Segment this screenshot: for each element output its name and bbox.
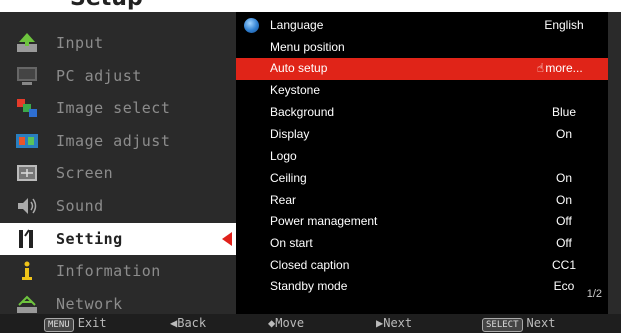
setting-row-keystone[interactable]: Keystone bbox=[236, 80, 608, 102]
page-title: Setup bbox=[70, 0, 143, 11]
title-strip: Setup bbox=[0, 0, 621, 12]
menu-item-image-select[interactable]: Image select bbox=[8, 92, 240, 125]
menu-item-sound[interactable]: Sound bbox=[8, 190, 240, 223]
setting-icon bbox=[14, 227, 40, 251]
footer-select-next[interactable]: SELECT Next bbox=[482, 316, 555, 332]
setting-row-logo[interactable]: Logo bbox=[236, 146, 608, 168]
left-menu: Input PC adjust Image select Image adjus… bbox=[0, 27, 240, 320]
information-icon bbox=[14, 259, 40, 283]
menu-key-icon: MENU bbox=[44, 318, 74, 332]
input-icon bbox=[14, 31, 40, 55]
screen-icon bbox=[14, 161, 40, 185]
setting-row-closed-caption[interactable]: Closed caption CC1 bbox=[236, 255, 608, 277]
setting-row-rear[interactable]: Rear On bbox=[236, 190, 608, 212]
setting-row-ceiling[interactable]: Ceiling On bbox=[236, 168, 608, 190]
selected-arrow-icon bbox=[222, 231, 232, 246]
settings-list: Language English Menu position Auto setu… bbox=[236, 12, 608, 314]
menu-item-information[interactable]: Information bbox=[8, 255, 240, 288]
menu-item-setting[interactable]: Setting bbox=[0, 222, 240, 256]
select-key-icon: SELECT bbox=[482, 318, 523, 332]
setting-row-on-start[interactable]: On start Off bbox=[236, 233, 608, 255]
footer-next[interactable]: ▶Next bbox=[376, 316, 412, 330]
pc-adjust-icon bbox=[14, 64, 40, 88]
footer-exit[interactable]: MENU Exit bbox=[44, 316, 107, 332]
setting-row-standby-mode[interactable]: Standby mode Eco bbox=[236, 276, 608, 298]
setting-row-display[interactable]: Display On bbox=[236, 124, 608, 146]
image-adjust-icon bbox=[14, 129, 40, 153]
page-indicator: 1/2 bbox=[586, 288, 602, 300]
menu-item-input[interactable]: Input bbox=[8, 27, 240, 60]
setting-row-auto-setup[interactable]: Auto setup ☝ more... bbox=[236, 58, 608, 80]
footer-bar: MENU Exit ◀Back ◆Move ▶Next SELECT Next bbox=[0, 314, 621, 333]
menu-item-screen[interactable]: Screen bbox=[8, 157, 240, 190]
setting-row-background[interactable]: Background Blue bbox=[236, 102, 608, 124]
setting-row-power-management[interactable]: Power management Off bbox=[236, 211, 608, 233]
image-select-icon bbox=[14, 96, 40, 120]
network-icon bbox=[14, 292, 40, 316]
menu-item-pc-adjust[interactable]: PC adjust bbox=[8, 60, 240, 93]
setting-row-language[interactable]: Language English bbox=[236, 15, 608, 37]
globe-icon bbox=[244, 18, 259, 33]
sound-icon bbox=[14, 194, 40, 218]
footer-move[interactable]: ◆Move bbox=[268, 316, 304, 330]
setting-row-menu-position[interactable]: Menu position bbox=[236, 37, 608, 59]
osd-panel: Input PC adjust Image select Image adjus… bbox=[0, 12, 621, 314]
footer-back[interactable]: ◀Back bbox=[170, 316, 206, 330]
menu-item-image-adjust[interactable]: Image adjust bbox=[8, 125, 240, 158]
